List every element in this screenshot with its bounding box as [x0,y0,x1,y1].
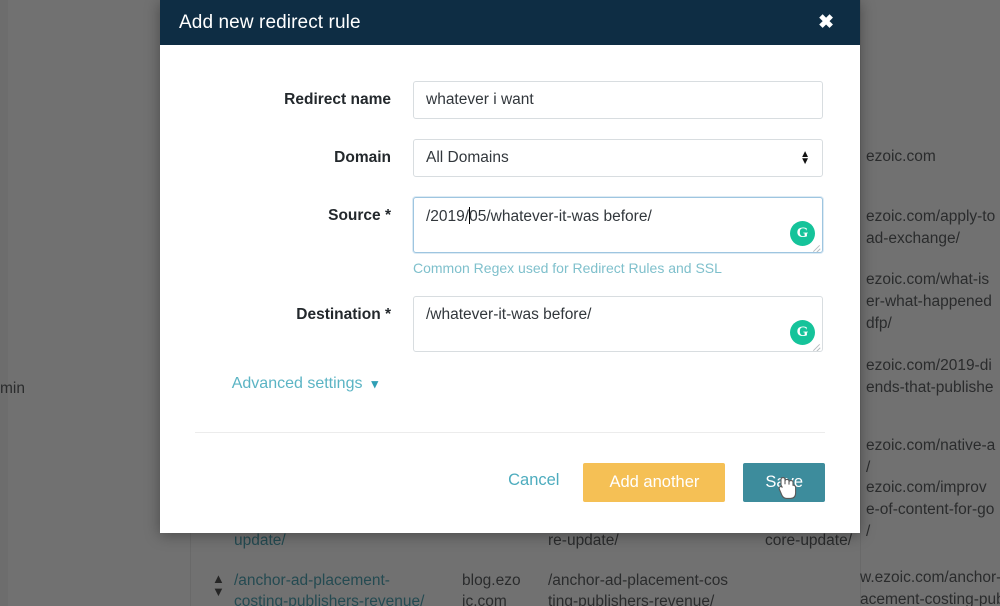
source-value-before-caret: /2019/ [426,208,470,225]
source-control: /2019/05/whatever-it-was before/ G Commo… [413,197,825,276]
domain-control: All Domains ▲ ▼ [413,139,825,177]
source-value-after-caret: 05/whatever-it-was before/ [469,208,652,225]
chevron-updown-icon: ▲ ▼ [800,149,810,167]
modal-footer: Cancel Add another Save [160,463,860,533]
close-icon[interactable]: ✖ [814,11,838,34]
add-redirect-rule-modal: Add new redirect rule ✖ Redirect name Do… [160,0,860,533]
advanced-settings-toggle[interactable]: Advanced settings ▾ [232,375,378,393]
modal-header: Add new redirect rule ✖ [160,0,860,45]
add-another-button[interactable]: Add another [583,463,726,502]
modal-body: Redirect name Domain All Domains ▲▼ [160,45,860,352]
field-row-domain: Domain All Domains ▲ ▼ [195,139,825,177]
field-row-redirect-name: Redirect name [195,81,825,119]
destination-control: /whatever-it-was before/ G [413,296,825,352]
footer-divider [195,432,825,433]
advanced-settings-label: Advanced settings [231,375,363,392]
redirect-name-label: Redirect name [284,91,391,108]
redirect-name-control [413,81,825,119]
resize-handle-icon[interactable] [811,241,821,251]
source-label: Source * [328,207,391,224]
field-row-source: Source * /2019/05/whatever-it-was before… [195,197,825,276]
domain-select-value: All Domains [426,149,509,166]
cancel-button[interactable]: Cancel [502,463,565,498]
page-title: Add new redirect rule [179,11,361,33]
destination-value: /whatever-it-was before/ [426,306,592,323]
save-button[interactable]: Save [743,463,825,502]
save-button-label: Save [765,473,803,491]
screen: min ezoic.com ezoic.com/apply-to ad-exch… [0,0,1000,606]
grammarly-icon[interactable]: G [790,221,815,246]
redirect-name-input[interactable] [413,81,823,119]
grammarly-icon[interactable]: G [790,320,815,345]
domain-label: Domain [334,149,391,166]
field-row-destination: Destination * /whatever-it-was before/ G [195,296,825,352]
destination-label: Destination * [296,306,391,323]
source-textarea[interactable]: /2019/05/whatever-it-was before/ G [413,197,823,253]
source-helper-text: Common Regex used for Redirect Rules and… [413,260,722,276]
resize-handle-icon[interactable] [811,340,821,350]
chevron-down-icon: ▾ [371,376,378,391]
domain-select[interactable]: All Domains ▲ ▼ [413,139,823,177]
destination-textarea[interactable]: /whatever-it-was before/ G [413,296,823,352]
